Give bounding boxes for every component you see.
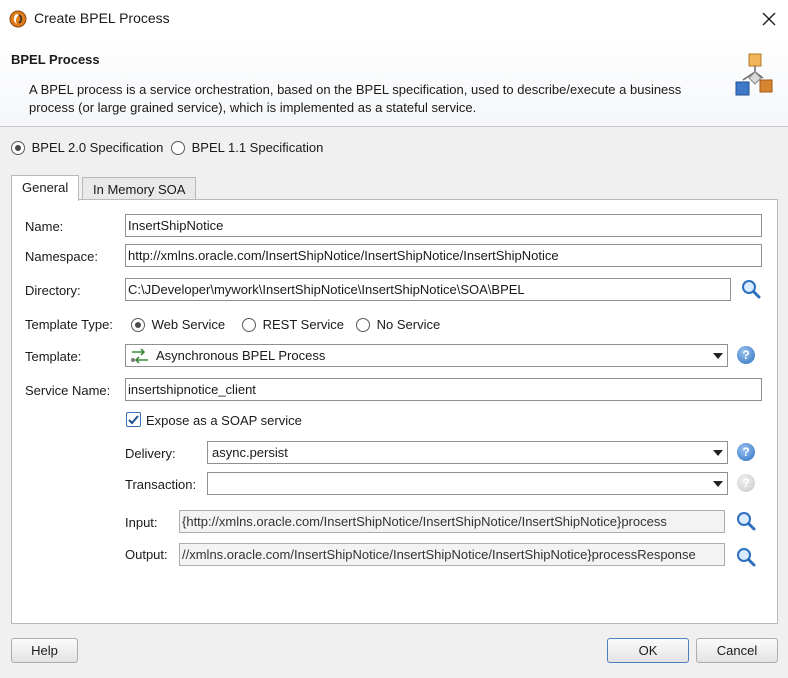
delivery-value: async.persist xyxy=(212,445,288,460)
namespace-field[interactable]: http://xmlns.oracle.com/InsertShipNotice… xyxy=(125,244,762,267)
delivery-dropdown[interactable]: async.persist xyxy=(207,441,728,464)
output-field[interactable]: //xmlns.oracle.com/InsertShipNotice/Inse… xyxy=(179,543,725,566)
transaction-dropdown[interactable] xyxy=(207,472,728,495)
browse-directory-search-icon[interactable] xyxy=(740,278,762,300)
template-type-rest-service[interactable]: REST Service xyxy=(242,316,344,332)
header-band: BPEL Process A BPEL process is a service… xyxy=(0,38,788,127)
template-label: Template: xyxy=(25,349,82,364)
input-label: Input: xyxy=(125,515,158,530)
tab-general[interactable]: General xyxy=(11,175,80,201)
transaction-help-icon: ? xyxy=(737,474,755,492)
help-button[interactable]: Help xyxy=(11,638,78,663)
service-name-field[interactable]: insertshipnotice_client xyxy=(125,378,762,401)
chevron-down-icon xyxy=(713,481,723,487)
radio-selected-icon xyxy=(131,317,145,332)
jdeveloper-app-icon xyxy=(9,10,27,28)
transaction-label: Transaction: xyxy=(125,477,197,492)
header-description: A BPEL process is a service orchestratio… xyxy=(29,82,682,115)
header-title: BPEL Process xyxy=(11,52,100,67)
close-icon xyxy=(762,12,776,26)
radio-unselected-icon xyxy=(171,140,185,155)
input-field[interactable]: {http://xmlns.oracle.com/InsertShipNotic… xyxy=(179,510,725,533)
checkmark-icon xyxy=(128,415,139,425)
cancel-button[interactable]: Cancel xyxy=(696,638,778,663)
radio-unselected-icon xyxy=(356,317,370,332)
template-type-web-service[interactable]: Web Service xyxy=(131,316,225,332)
template-dropdown[interactable]: Asynchronous BPEL Process xyxy=(125,344,728,367)
template-help-icon[interactable]: ? xyxy=(737,346,755,364)
window-title: Create BPEL Process xyxy=(34,10,170,26)
title-bar: Create BPEL Process xyxy=(0,0,788,38)
chevron-down-icon xyxy=(713,450,723,456)
delivery-help-icon[interactable]: ? xyxy=(737,443,755,461)
namespace-label: Namespace: xyxy=(25,249,98,264)
expose-soap-label: Expose as a SOAP service xyxy=(146,413,302,428)
bpel-process-logo-icon xyxy=(735,53,773,96)
name-field[interactable]: InsertShipNotice xyxy=(125,214,762,237)
output-label: Output: xyxy=(125,547,168,562)
chevron-down-icon xyxy=(713,353,723,359)
template-type-label: Template Type: xyxy=(25,317,113,332)
tab-in-memory-soa[interactable]: In Memory SOA xyxy=(82,177,197,201)
radio-selected-icon xyxy=(11,140,25,155)
template-value: Asynchronous BPEL Process xyxy=(156,348,326,363)
service-name-label: Service Name: xyxy=(25,383,111,398)
spec-radio-bpel11[interactable]: BPEL 1.1 Specification xyxy=(171,139,323,155)
directory-field[interactable]: C:\JDeveloper\mywork\InsertShipNotice\In… xyxy=(125,278,731,301)
spec-radio-bpel20[interactable]: BPEL 2.0 Specification xyxy=(11,139,163,155)
async-process-icon xyxy=(131,347,148,364)
expose-soap-checkbox[interactable] xyxy=(126,412,141,427)
directory-label: Directory: xyxy=(25,283,81,298)
template-type-no-service[interactable]: No Service xyxy=(356,316,440,332)
ok-button[interactable]: OK xyxy=(607,638,689,663)
delivery-label: Delivery: xyxy=(125,446,176,461)
close-button[interactable] xyxy=(754,4,784,34)
radio-unselected-icon xyxy=(242,317,256,332)
browse-output-search-icon[interactable] xyxy=(735,546,757,568)
browse-input-search-icon[interactable] xyxy=(735,510,757,532)
name-label: Name: xyxy=(25,219,64,234)
